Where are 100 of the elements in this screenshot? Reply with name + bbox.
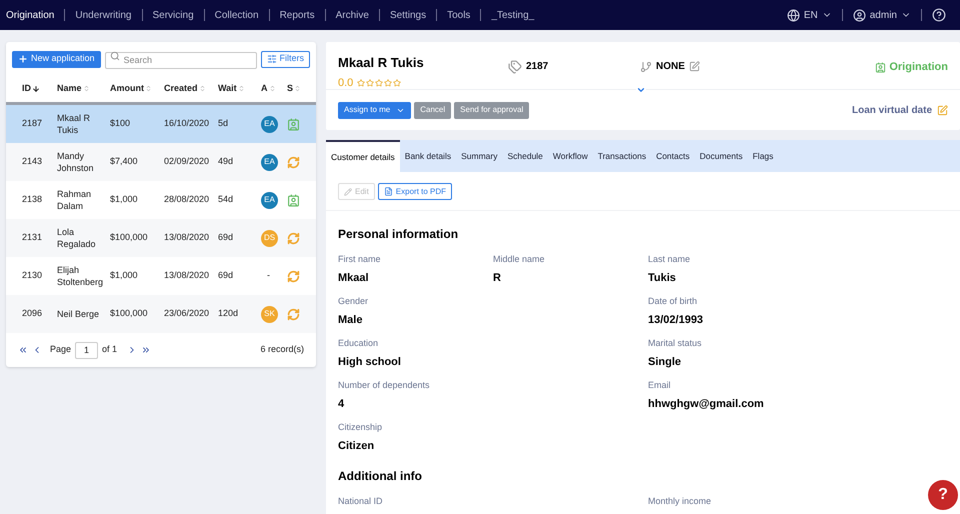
star-icon [384,78,392,87]
page-label: Page [50,343,72,356]
sort-icon [198,85,206,92]
branch-icon [640,60,652,72]
pencil-icon [344,188,352,196]
star-icon [393,78,402,87]
nav-link[interactable]: Origination [6,8,54,22]
field-label: Citizenship [338,421,384,433]
table-row[interactable]: 2143 Mandy Johnston $7,400 02/09/2020 49d EA [6,143,316,181]
first-page-icon[interactable] [18,345,28,355]
nav-link[interactable]: Underwriting [75,8,132,22]
column-header[interactable]: ID [22,82,57,96]
wait-cell-text: 69d [218,269,234,282]
id-cell-text: 2143 [22,155,44,168]
amount-cell-text: $7,400 [110,155,139,168]
refresh-icon [287,308,300,320]
nav-link[interactable]: Servicing [152,8,194,22]
field-value: 4 [338,397,346,411]
field-value: R [493,271,502,285]
virtual-date-label: Loan virtual date [852,104,932,118]
stage-label: Origination [889,60,948,75]
id-cell-text: 2131 [22,231,44,244]
page-count: of 1 [102,343,118,356]
refresh-icon [287,232,300,244]
field-label: Middle name [493,253,546,265]
assignee-cell-text: - [266,270,270,280]
tab[interactable]: Transactions [592,140,652,172]
tab[interactable]: Schedule [502,140,548,172]
star-icon [357,78,366,87]
wait-cell-text: 120d [218,307,240,320]
created-cell-text: 13/08/2020 [164,231,210,244]
plus-icon [18,54,28,64]
applicant-name: Mkaal R Tukis [338,54,425,72]
field-value: Single [648,355,682,369]
export-pdf-button[interactable]: Export to PDF [378,183,452,200]
help-icon[interactable] [932,8,946,22]
field-label: First name [338,253,382,265]
field-label: Date of birth [648,295,698,307]
sort-icon [294,85,302,92]
created-cell-text: 13/08/2020 [164,269,210,282]
amount-cell-text: $1,000 [110,269,139,282]
amount-cell-text: $100,000 [110,231,149,244]
field-label: Email [648,379,672,391]
application-id: 2187 [526,60,548,74]
page-input[interactable]: 1 [75,342,98,358]
table-row[interactable]: 2187 Mkaal R Tukis $100 16/10/2020 5d EA [6,105,316,143]
created-cell-text: 23/06/2020 [164,307,210,320]
language-menu[interactable]: EN [786,8,832,22]
field-value: Citizen [338,439,376,453]
column-header[interactable]: Name [57,82,110,96]
nav-link[interactable]: Collection [214,8,259,22]
column-header[interactable]: S [287,82,316,96]
created-cell-text: 02/09/2020 [164,155,210,168]
search-field[interactable]: Search [104,52,256,68]
tab[interactable]: Bank details [400,140,456,172]
amount-cell-text: $100 [110,117,132,130]
nav-link[interactable]: Tools [447,8,470,22]
field-label: Last name [648,253,692,265]
star-icon [366,78,374,87]
branch-value: NONE [656,60,685,74]
column-header[interactable]: Amount [110,82,164,96]
table-row[interactable]: 2138 Rahman Dalam $1,000 28/08/2020 54d EA [6,181,316,219]
tab[interactable]: Documents [694,140,748,172]
created-cell-text: 28/08/2020 [164,193,210,206]
field-label: Monthly income [648,495,712,507]
wait-cell-text: 69d [218,231,234,244]
field-value: Mkaal [338,271,370,285]
table-row[interactable]: 2096 Neil Berge $100,000 23/06/2020 120d SK [6,295,316,333]
rating-value: 0.0 [338,76,354,90]
tab[interactable]: Workflow [548,140,593,172]
name-cell-text: Neil Berge [57,308,100,320]
user-menu[interactable]: admin [852,8,911,22]
field-value: 13/02/1993 [648,313,704,327]
action-button[interactable]: Assign to me [338,102,412,118]
nav-link[interactable]: Reports [280,8,315,22]
name-cell-text: Mandy Johnston [57,150,95,174]
field-label: Gender [338,295,370,307]
section-title: Additional info [338,468,423,485]
user-icon [852,8,866,22]
sort-icon [268,85,276,92]
column-header[interactable]: Wait [218,82,261,96]
tags-icon [508,60,522,74]
column-header[interactable]: A [261,82,287,96]
tab[interactable]: Customer details [326,140,400,172]
new-application-button[interactable]: New application [12,50,101,68]
tab[interactable]: Flags [748,140,778,172]
nav-link[interactable]: Settings [390,8,426,22]
field-value: hhwghgw@gmail.com [648,397,765,411]
filters-button[interactable]: Filters [260,50,310,68]
table-row[interactable]: 2131 Lola Regalado $100,000 13/08/2020 69d DS [6,219,316,257]
tab[interactable]: Contacts [651,140,695,172]
last-page-icon[interactable] [141,345,152,355]
tab[interactable]: Summary [456,140,502,172]
nav-link[interactable]: _Testing_ [491,8,534,22]
edit-icon[interactable] [688,61,700,72]
field-label: Education [338,337,380,349]
column-header[interactable]: Created [164,82,218,96]
nav-link[interactable]: Archive [336,8,369,22]
wait-cell-text: 5d [218,117,230,130]
star-icon [375,78,384,87]
